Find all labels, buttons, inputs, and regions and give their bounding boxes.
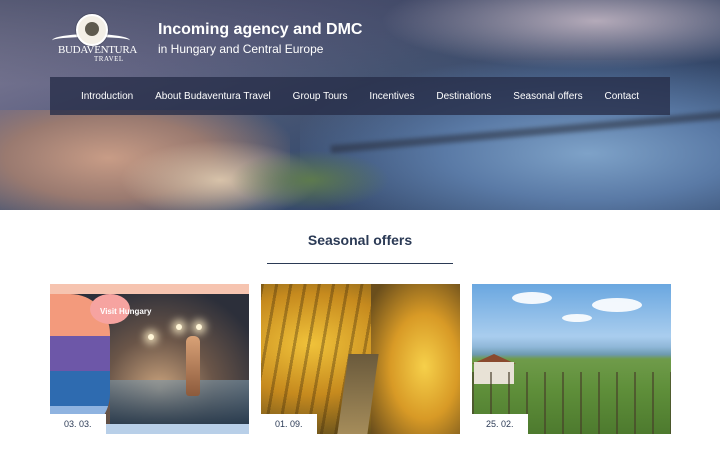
light-icon xyxy=(148,334,154,340)
nav-incentives[interactable]: Incentives xyxy=(369,91,414,102)
nav-group-tours[interactable]: Group Tours xyxy=(293,91,348,102)
bather-figure xyxy=(186,336,200,396)
pool-area xyxy=(110,380,249,424)
logo-emblem-icon xyxy=(76,14,108,46)
offer-card[interactable]: 01. 09. xyxy=(261,284,460,450)
main-navigation: Introduction About Budaventura Travel Gr… xyxy=(50,77,670,115)
section-divider xyxy=(267,263,453,264)
offer-date: 01. 09. xyxy=(261,414,317,434)
site-logo[interactable]: BUDAVENTURA TRAVEL xyxy=(50,14,137,66)
offer-date: 25. 02. xyxy=(472,414,528,434)
nav-destinations[interactable]: Destinations xyxy=(436,91,491,102)
hero-banner: BUDAVENTURA TRAVEL Incoming agency and D… xyxy=(0,0,720,210)
nav-seasonal-offers[interactable]: Seasonal offers xyxy=(513,91,582,102)
offer-image-lake-vineyard[interactable] xyxy=(472,284,671,434)
offer-image-spa[interactable]: Visit Hungary xyxy=(50,284,249,434)
nav-introduction[interactable]: Introduction xyxy=(81,91,133,102)
visit-hungary-logo: Visit Hungary xyxy=(100,307,152,316)
site-tagline: Incoming agency and DMC in Hungary and C… xyxy=(158,20,362,57)
light-icon xyxy=(176,324,182,330)
cloud-shape xyxy=(512,292,552,304)
tagline-title: Incoming agency and DMC xyxy=(158,21,363,38)
cloud-shape xyxy=(592,298,642,312)
section-title: Seasonal offers xyxy=(307,232,413,248)
offer-image-vineyard-autumn[interactable] xyxy=(261,284,460,434)
hero-bg-trees xyxy=(230,150,390,210)
offer-date: 03. 03. xyxy=(50,414,106,434)
logo-subtitle: TRAVEL xyxy=(94,55,124,63)
offer-card[interactable]: Visit Hungary 03. 03. xyxy=(50,284,249,450)
offer-card[interactable]: 25. 02. xyxy=(472,284,671,450)
cloud-shape xyxy=(562,314,592,322)
vine-row-right xyxy=(371,284,460,434)
tagline-subtitle: in Hungary and Central Europe xyxy=(158,42,324,56)
nav-contact[interactable]: Contact xyxy=(605,91,639,102)
light-icon xyxy=(196,324,202,330)
nav-about[interactable]: About Budaventura Travel xyxy=(155,91,271,102)
